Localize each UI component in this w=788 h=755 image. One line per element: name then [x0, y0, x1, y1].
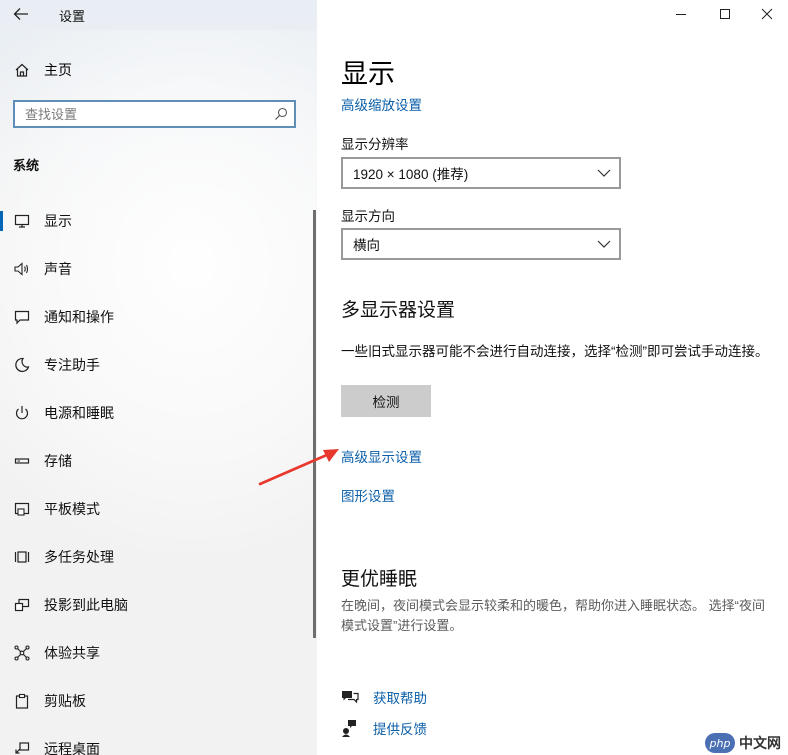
sidebar-item-label: 电源和睡眠 — [44, 405, 114, 421]
sidebar-item-label: 多任务处理 — [44, 549, 114, 565]
sidebar-item-display[interactable]: 显示 — [0, 197, 317, 245]
feedback-icon — [341, 719, 373, 737]
remote-desktop-icon — [0, 741, 44, 755]
sidebar-item-label: 平板模式 — [44, 501, 100, 517]
close-icon — [761, 8, 773, 20]
minimize-icon — [676, 14, 686, 15]
multi-display-description: 一些旧式显示器可能不会进行自动连接，选择“检测”即可尝试手动连接。 — [341, 344, 769, 359]
annotation-arrow-icon — [258, 449, 339, 486]
sidebar-item-multitasking[interactable]: 多任务处理 — [0, 533, 317, 581]
minimize-button[interactable] — [659, 0, 703, 28]
search-icon[interactable] — [274, 107, 288, 126]
sidebar-item-label: 远程桌面 — [44, 741, 100, 755]
watermark: php 中文网 — [705, 732, 781, 754]
home-icon — [0, 62, 44, 78]
app-title: 设置 — [59, 9, 86, 24]
orientation-dropdown[interactable]: 横向 — [341, 228, 621, 260]
close-button[interactable] — [745, 0, 788, 28]
sidebar-item-label: 剪贴板 — [44, 693, 86, 709]
sleep-description: 在晚间，夜间模式会显示较柔和的暖色，帮助你进入睡眠状态。 选择“夜间模式设置”进… — [341, 598, 765, 633]
feedback-item[interactable]: 提供反馈 — [341, 718, 427, 738]
share-icon — [0, 645, 44, 661]
sidebar-item-label: 通知和操作 — [44, 309, 114, 325]
sidebar-item-tablet-mode[interactable]: 平板模式 — [0, 485, 317, 533]
sidebar-item-shared-experiences[interactable]: 体验共享 — [0, 629, 317, 677]
sidebar-item-notifications[interactable]: 通知和操作 — [0, 293, 317, 341]
get-help-link: 获取帮助 — [373, 691, 427, 706]
sidebar-item-label: 存储 — [44, 453, 72, 469]
advanced-scaling-link[interactable]: 高级缩放设置 — [341, 94, 422, 114]
sidebar: 设置 主页 系统 显示 声音 — [0, 0, 317, 755]
tablet-icon — [0, 501, 44, 517]
sidebar-item-label: 专注助手 — [44, 357, 100, 373]
watermark-logo: php — [705, 733, 735, 753]
resolution-dropdown[interactable]: 1920 × 1080 (推荐) — [341, 157, 621, 189]
maximize-icon — [720, 9, 730, 19]
chevron-down-icon — [589, 240, 619, 248]
orientation-value: 横向 — [353, 238, 380, 253]
moon-icon — [0, 357, 44, 373]
resolution-value: 1920 × 1080 (推荐) — [353, 167, 469, 182]
maximize-button[interactable] — [703, 0, 747, 28]
resolution-label: 显示分辨率 — [341, 137, 409, 152]
sidebar-item-project[interactable]: 投影到此电脑 — [0, 581, 317, 629]
sidebar-item-label: 投影到此电脑 — [44, 597, 128, 613]
page-title: 显示 — [341, 59, 395, 89]
back-button[interactable] — [6, 0, 36, 28]
storage-icon — [0, 453, 44, 469]
sidebar-item-sound[interactable]: 声音 — [0, 245, 317, 293]
main-content: 显示 高级缩放设置 显示分辨率 1920 × 1080 (推荐) 显示方向 横向… — [317, 0, 788, 755]
power-icon — [0, 405, 44, 421]
watermark-text: 中文网 — [739, 735, 781, 751]
feedback-link: 提供反馈 — [373, 722, 427, 737]
speaker-icon — [0, 261, 44, 277]
multitask-icon — [0, 549, 44, 565]
help-chat-icon — [341, 689, 373, 705]
back-arrow-icon — [13, 8, 28, 20]
search-input[interactable] — [15, 102, 265, 126]
sidebar-item-remote-desktop[interactable]: 远程桌面 — [0, 725, 317, 755]
graphics-settings-link[interactable]: 图形设置 — [341, 485, 395, 505]
group-label-system: 系统 — [13, 158, 40, 173]
project-icon — [0, 597, 44, 613]
sleep-heading: 更优睡眠 — [341, 569, 418, 590]
sidebar-item-clipboard[interactable]: 剪贴板 — [0, 677, 317, 725]
chevron-down-icon — [589, 169, 619, 177]
title-bar: 设置 — [0, 0, 317, 30]
sidebar-item-power[interactable]: 电源和睡眠 — [0, 389, 317, 437]
detect-button[interactable]: 检测 — [341, 385, 431, 417]
orientation-label: 显示方向 — [341, 209, 395, 224]
get-help-item[interactable]: 获取帮助 — [341, 687, 427, 707]
sidebar-scrollbar[interactable] — [313, 210, 316, 638]
home-nav-item[interactable]: 主页 — [0, 52, 317, 88]
advanced-display-link[interactable]: 高级显示设置 — [341, 446, 422, 466]
sidebar-item-label: 显示 — [44, 213, 72, 229]
clipboard-icon — [0, 693, 44, 709]
sidebar-item-label: 体验共享 — [44, 645, 100, 661]
multi-display-heading: 多显示器设置 — [341, 300, 456, 321]
notification-icon — [0, 309, 44, 325]
monitor-icon — [0, 213, 44, 229]
search-box[interactable] — [13, 100, 296, 128]
sidebar-item-label: 声音 — [44, 261, 72, 277]
home-label: 主页 — [44, 62, 72, 78]
sidebar-item-focus-assist[interactable]: 专注助手 — [0, 341, 317, 389]
